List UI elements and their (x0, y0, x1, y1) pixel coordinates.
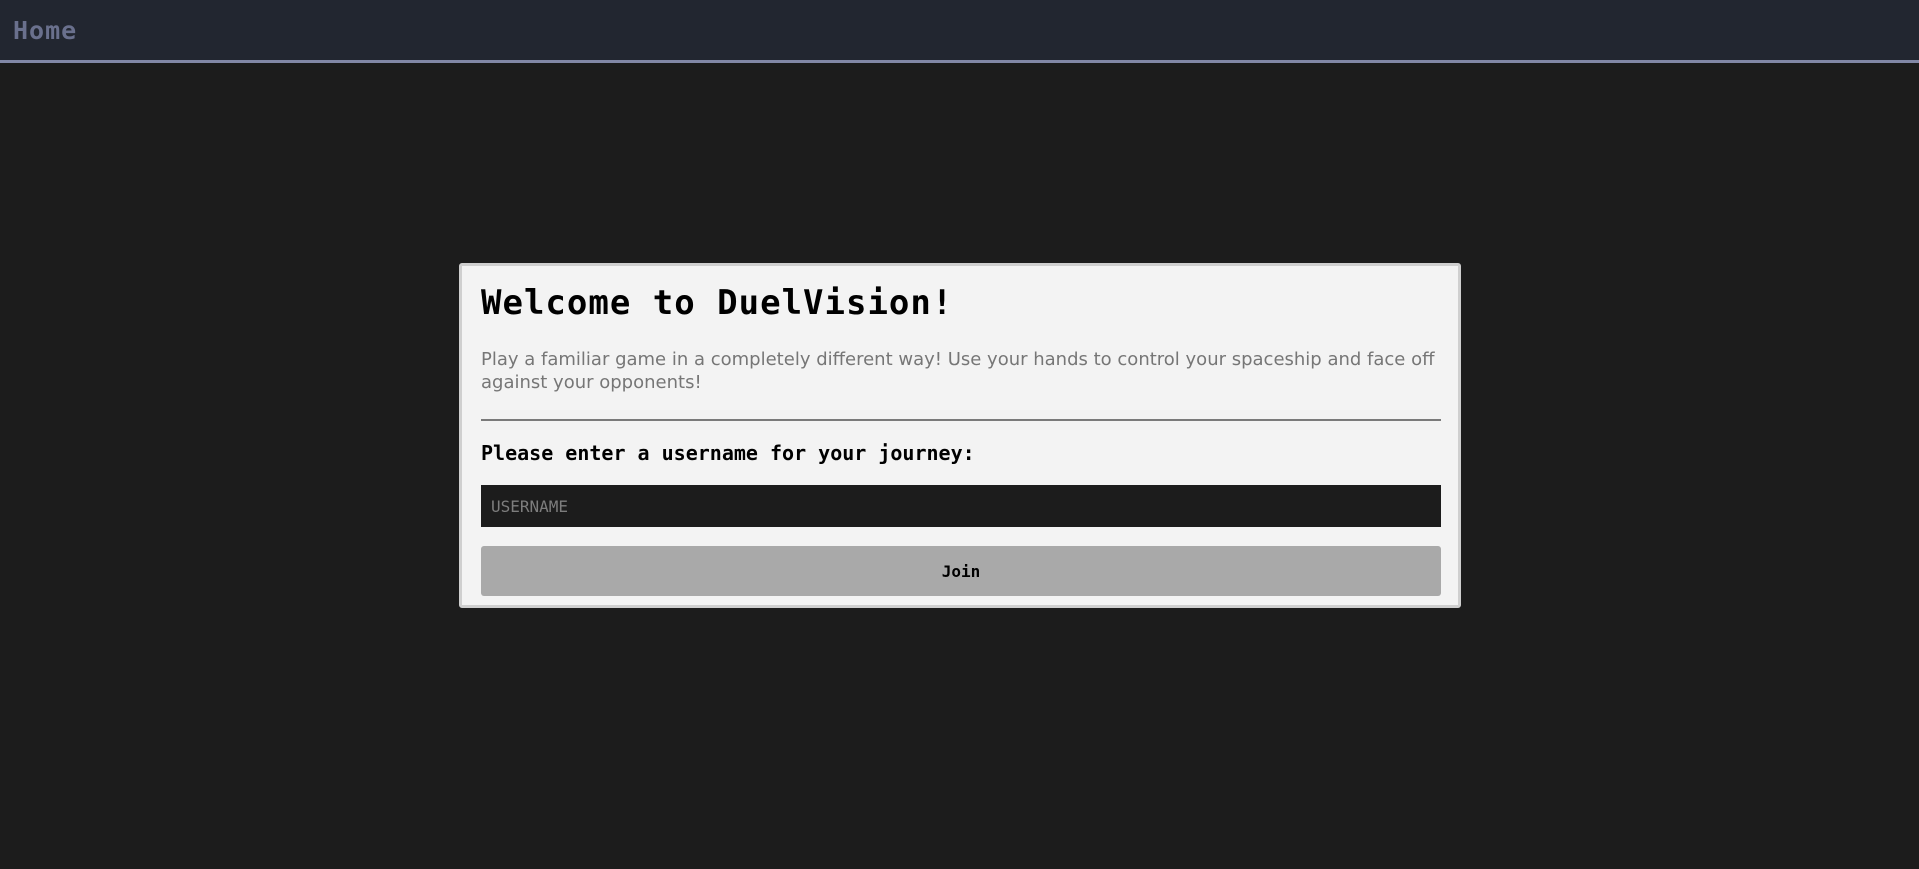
top-nav-bar: Home (0, 0, 1919, 63)
home-link[interactable]: Home (13, 16, 77, 45)
welcome-title: Welcome to DuelVision! (481, 283, 954, 323)
join-button[interactable]: Join (481, 546, 1441, 596)
welcome-card: Welcome to DuelVision! Play a familiar g… (459, 263, 1461, 608)
welcome-description: Play a familiar game in a completely dif… (481, 349, 1435, 393)
username-input[interactable] (481, 485, 1441, 527)
divider (481, 419, 1441, 421)
username-prompt: Please enter a username for your journey… (481, 441, 975, 465)
